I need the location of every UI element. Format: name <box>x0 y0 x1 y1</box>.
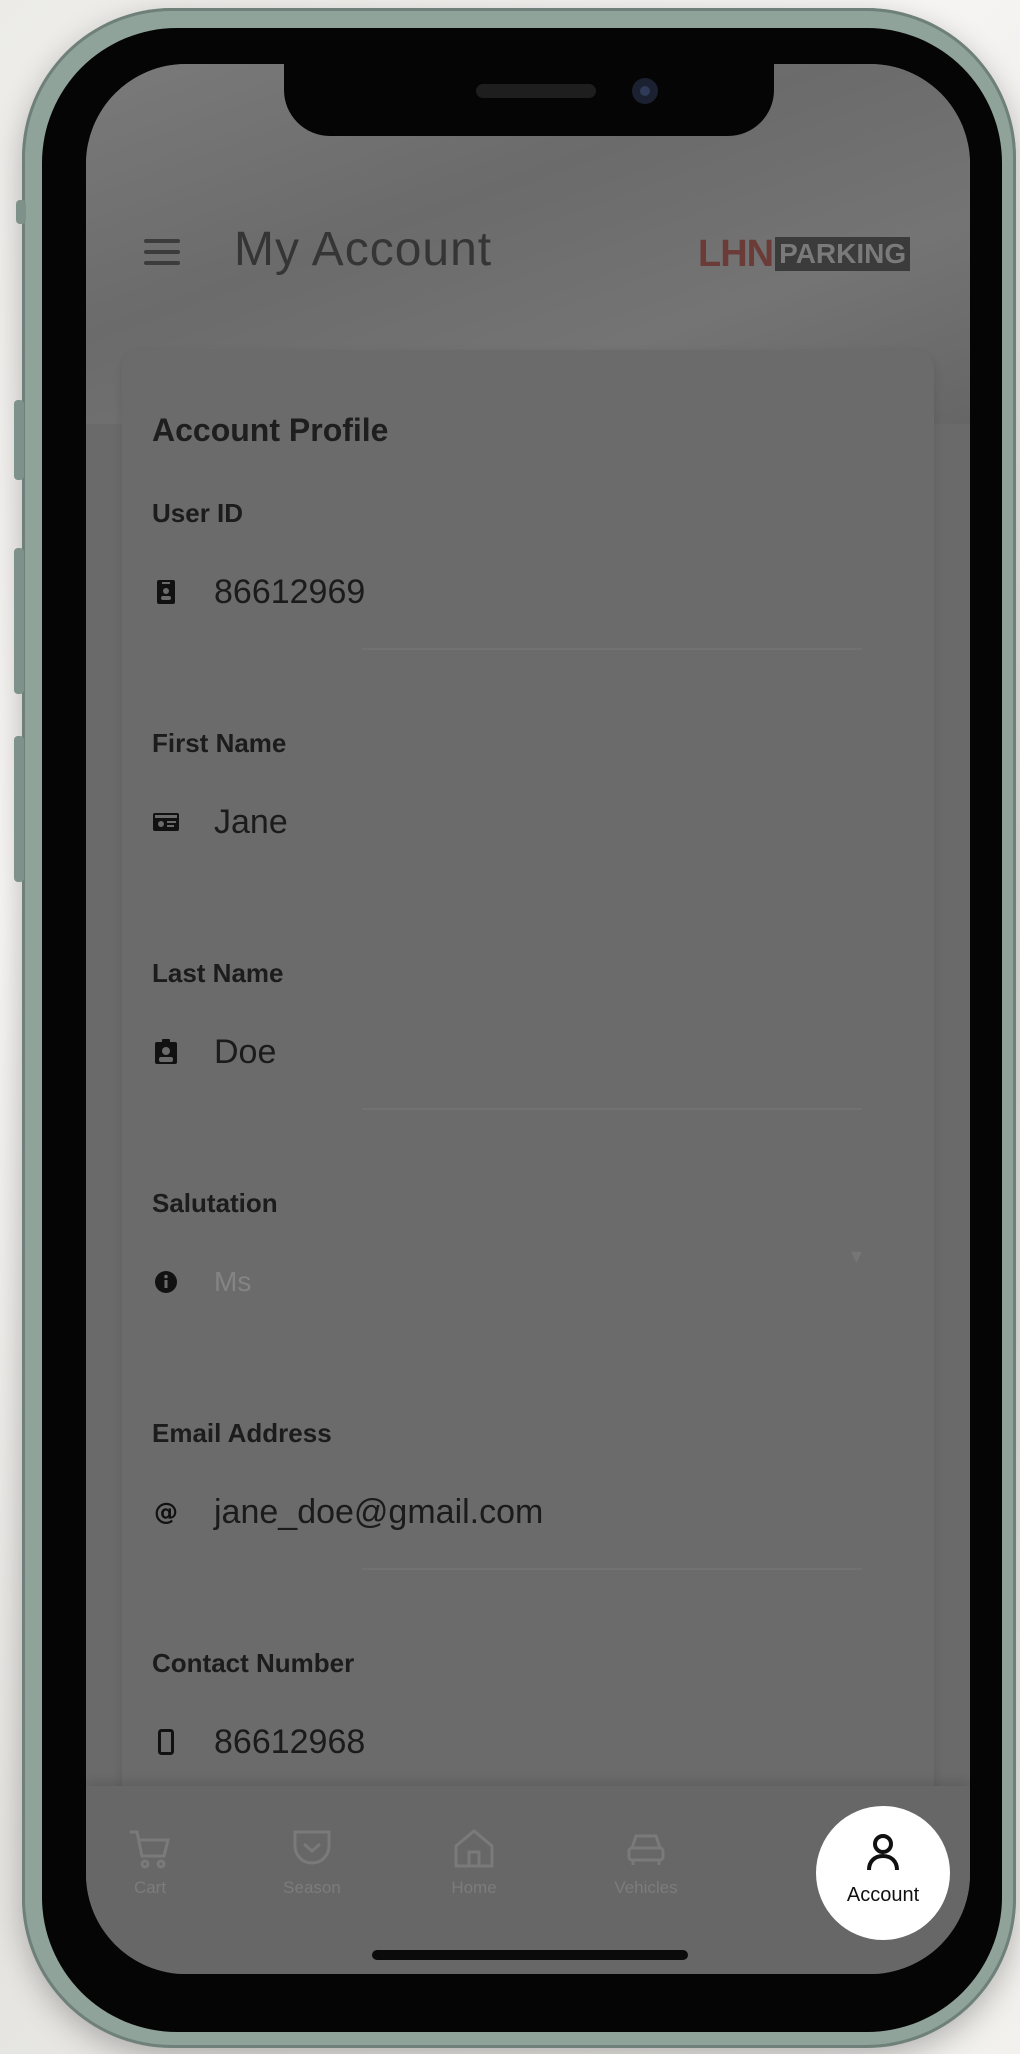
field-label: Last Name <box>152 958 284 988</box>
logo-text-parking: PARKING <box>775 237 911 271</box>
front-camera <box>632 78 658 104</box>
last-name-input[interactable]: Doe <box>152 1024 904 1080</box>
volume-up-button <box>14 400 24 480</box>
app-screen: My Account LHN PARKING Account Profile U… <box>86 64 970 1974</box>
nav-label: Account <box>846 1884 920 1906</box>
first-name-value: Jane <box>214 802 288 841</box>
volume-down-button-2 <box>14 736 24 882</box>
field-divider <box>362 1108 862 1110</box>
phone-icon <box>152 1728 180 1756</box>
logo-text-lhn: LHN <box>698 232 774 275</box>
speaker <box>476 84 596 98</box>
pocket-icon <box>293 1830 331 1865</box>
contact-number-field: Contact Number 86612968 <box>152 1648 904 1761</box>
email-input[interactable]: @ jane_doe@gmail.com <box>152 1484 904 1540</box>
first-name-field: First Name Jane <box>152 728 904 841</box>
volume-down-button <box>14 548 24 694</box>
nav-label: Cart <box>133 1878 167 1897</box>
nav-item-home[interactable]: Home <box>414 1826 534 1898</box>
nav-item-account[interactable]: Account <box>816 1806 950 1940</box>
id-card-icon <box>152 808 180 836</box>
last-name-field: Last Name Doe <box>152 958 904 1110</box>
field-divider <box>362 648 862 650</box>
user-icon <box>867 1834 899 1871</box>
field-divider <box>362 1568 862 1570</box>
field-label: Salutation <box>152 1188 278 1218</box>
nav-item-season[interactable]: Season <box>252 1826 372 1898</box>
mute-switch <box>16 200 26 224</box>
salutation-select[interactable]: Ms <box>152 1254 904 1310</box>
bottom-navigation: Cart Season Home Vehicles Account <box>86 1786 970 1974</box>
contact-number-input[interactable]: 86612968 <box>152 1714 904 1770</box>
brand-logo: LHN PARKING <box>698 232 911 275</box>
account-profile-card: Account Profile User ID 86612969 First N… <box>122 350 934 1850</box>
id-badge-icon <box>152 578 180 606</box>
at-icon: @ <box>154 1498 178 1526</box>
cart-icon <box>130 1830 170 1869</box>
hamburger-menu-icon[interactable] <box>144 239 180 267</box>
nav-label: Season <box>283 1878 341 1897</box>
email-value: jane_doe@gmail.com <box>214 1492 544 1531</box>
info-circle-icon <box>152 1268 180 1296</box>
field-label: First Name <box>152 728 287 758</box>
contact-number-value: 86612968 <box>214 1722 366 1761</box>
last-name-value: Doe <box>214 1032 277 1071</box>
salutation-value: Ms <box>214 1266 252 1297</box>
nav-item-vehicles[interactable]: Vehicles <box>586 1826 706 1898</box>
nav-label: Vehicles <box>614 1878 678 1897</box>
nav-item-cart[interactable]: Cart <box>90 1826 210 1898</box>
user-id-value: 86612969 <box>214 572 366 611</box>
user-id-field: User ID 86612969 <box>152 498 904 650</box>
home-icon <box>454 1829 494 1868</box>
chevron-down-icon[interactable]: ▾ <box>851 1244 862 1269</box>
first-name-input[interactable]: Jane <box>152 794 904 850</box>
field-label: User ID <box>152 498 244 528</box>
user-id-input[interactable]: 86612969 <box>152 564 904 620</box>
car-icon <box>627 1834 665 1865</box>
clipboard-user-icon <box>152 1038 180 1066</box>
field-label: Email Address <box>152 1418 332 1448</box>
email-field: Email Address @ jane_doe@gmail.com <box>152 1418 904 1570</box>
nav-label: Home <box>451 1878 497 1897</box>
field-label: Contact Number <box>152 1648 355 1678</box>
page-title: My Account <box>234 223 493 276</box>
home-indicator[interactable] <box>372 1950 688 1960</box>
salutation-field: Salutation Ms ▾ <box>152 1188 904 1297</box>
card-title: Account Profile <box>152 412 389 448</box>
notch <box>284 64 774 136</box>
